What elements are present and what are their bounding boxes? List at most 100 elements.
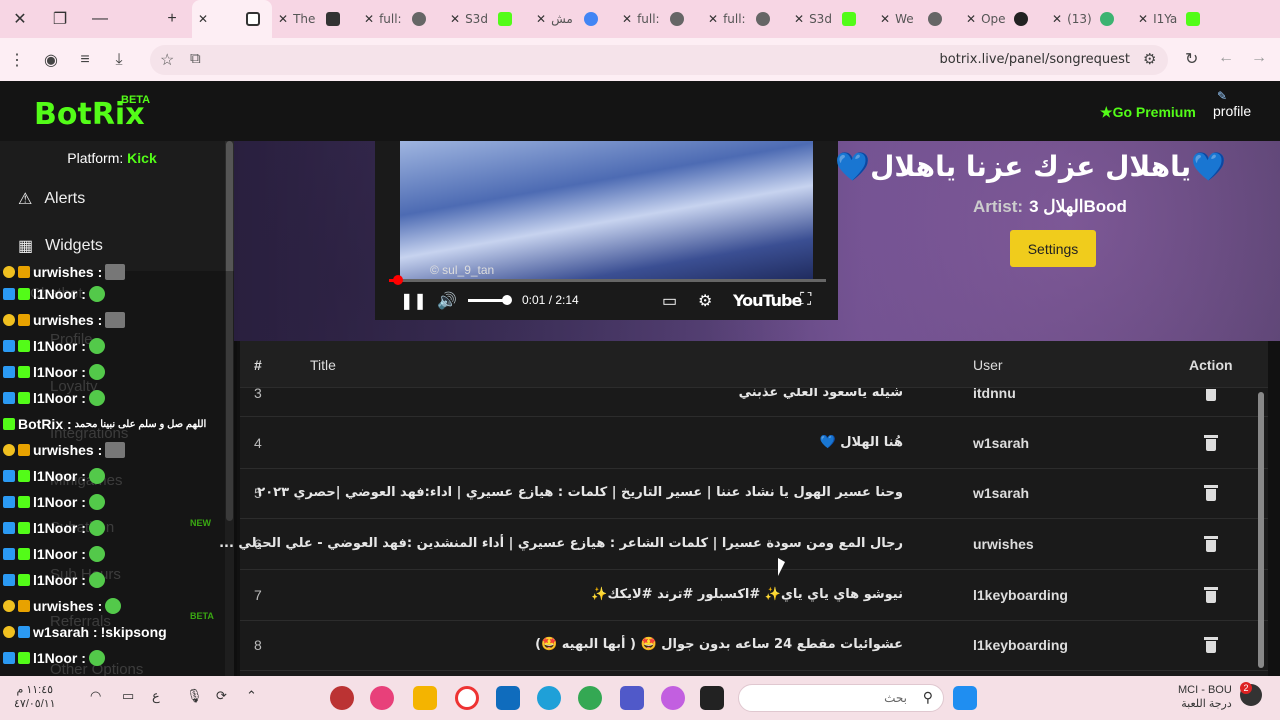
minimize-window-icon[interactable]: — [80,0,120,38]
tab-7[interactable]: ✕ S3d [788,0,874,38]
new-tab-icon[interactable]: + [152,0,192,38]
menu-icon[interactable]: ⋮ [0,38,34,81]
copilot-icon[interactable] [661,686,685,710]
close-tab-icon[interactable]: ✕ [364,12,374,26]
terminal-icon[interactable] [700,686,724,710]
video-player[interactable]: © sul_9_tan ❚❚ 🔊 0:01 / 2:14 ▭ ⚙ YouTube… [375,141,838,320]
star-icon[interactable]: ☆ [160,50,174,70]
close-tab-icon[interactable]: ✕ [880,12,890,26]
tab-8[interactable]: ✕ We [874,0,960,38]
warning-icon: ⚠ [18,191,33,208]
reload-icon[interactable]: ↻ [1185,49,1198,69]
chrome-icon[interactable] [578,686,602,710]
restore-window-icon[interactable]: ❐ [40,0,80,38]
tab-label: We [895,12,914,26]
tab-favicon [1014,12,1029,26]
tab-label: I1Ya [1153,12,1178,26]
close-tab-icon[interactable]: ✕ [198,12,208,26]
taskbar-clock[interactable]: ١١:٤٥ م ٤٧/٠٥/١١ [14,683,56,711]
close-tab-icon[interactable]: ✕ [1052,12,1062,26]
close-tab-icon[interactable]: ✕ [278,12,288,26]
pause-icon[interactable]: ❚❚ [400,291,427,311]
table-row: 5 وحنا عسير الهول يا نشاد عننا | عسير ال… [240,468,1268,519]
tab-10[interactable]: ✕ (13) [1046,0,1132,38]
tab-2[interactable]: ✕ full: [358,0,444,38]
teams-icon[interactable] [620,686,644,710]
emote-icon [88,546,105,562]
progress-knob[interactable] [392,275,403,285]
emote-icon [88,338,105,354]
profile-link[interactable]: ✎ profile [1213,89,1251,119]
trash-icon[interactable] [1204,435,1218,451]
playlist-icon[interactable]: ≡ [68,38,102,81]
gear-icon[interactable]: ⚙ [698,291,712,311]
download-icon[interactable]: ⤓ [102,38,136,81]
tab-active[interactable]: ✕ [192,0,272,38]
trash-icon[interactable] [1204,388,1218,401]
emote-icon [88,468,105,484]
outlook-icon[interactable] [496,686,520,710]
volume-icon[interactable]: 🔊 [437,291,457,311]
captions-icon[interactable]: ▭ [662,291,677,311]
tab-6[interactable]: ✕ full: [702,0,788,38]
trash-icon[interactable] [1204,485,1218,501]
search-icon: ⚲ [922,689,933,705]
video-progress-bar[interactable] [389,275,826,285]
site-settings-icon[interactable]: ⚙ [1143,50,1156,68]
sidebar-item-alerts[interactable]: ⚠ Alerts [18,189,85,209]
opera-icon[interactable] [455,686,479,710]
tab-11[interactable]: ✕ I1Ya [1132,0,1218,38]
trash-icon[interactable] [1204,587,1218,603]
fullscreen-icon[interactable]: ⛶ [800,291,811,309]
battery-icon[interactable]: ▭ [122,688,134,704]
tab-4[interactable]: ✕ مش [530,0,616,38]
trash-icon[interactable] [1204,637,1218,653]
chevron-up-icon[interactable]: ⌃ [246,688,257,704]
weather-widget[interactable]: MCI - BOU درجة اللعبة [1178,683,1232,711]
close-tab-icon[interactable]: ✕ [794,12,804,26]
wifi-icon[interactable]: ◠ [90,688,101,704]
volume-knob[interactable] [502,295,512,305]
windows-start-icon[interactable] [953,686,977,710]
folder-icon[interactable] [413,686,437,710]
tab-9[interactable]: ✕ Ope [960,0,1046,38]
translate-icon[interactable]: ⧉ [190,50,201,67]
tab-favicon [326,12,341,26]
clock-time: ١١:٤٥ م [16,684,54,696]
tab-1[interactable]: ✕ The [272,0,358,38]
tab-favicon [1100,12,1115,26]
youtube-logo[interactable]: YouTube [733,291,802,310]
table-scrollbar[interactable] [1256,388,1266,676]
chat-user: l1Noor : [33,650,86,666]
tab-5[interactable]: ✕ full: [616,0,702,38]
close-window-icon[interactable]: ✕ [0,0,40,38]
microphone-icon[interactable]: 🎙 [186,688,203,704]
scrollbar-thumb[interactable] [1258,392,1264,668]
chat-line: l1Noor : [3,491,105,513]
search-placeholder: بحث [884,691,907,705]
back-icon[interactable]: ← [1218,49,1234,67]
go-premium-link[interactable]: ★Go Premium [1100,104,1196,121]
forward-icon[interactable]: → [1251,49,1267,67]
volume-slider[interactable] [468,295,512,305]
close-tab-icon[interactable]: ✕ [622,12,632,26]
settings-button[interactable]: Settings [1010,230,1096,267]
close-tab-icon[interactable]: ✕ [450,12,460,26]
app-icon[interactable] [330,686,354,710]
close-tab-icon[interactable]: ✕ [1138,12,1148,26]
sync-icon[interactable]: ⟳ [216,688,227,704]
taskbar-search[interactable]: بحث ⚲ [738,684,944,712]
chat-user: l1Noor : [33,286,86,302]
close-tab-icon[interactable]: ✕ [708,12,718,26]
account-icon[interactable]: ◉ [34,38,68,81]
close-tab-icon[interactable]: ✕ [966,12,976,26]
sidebar-item-widgets[interactable]: ▦ Widgets [18,236,103,256]
trash-icon[interactable] [1204,536,1218,552]
chrome-pink-icon[interactable] [370,686,394,710]
close-tab-icon[interactable]: ✕ [536,12,546,26]
tab-3[interactable]: ✕ S3d [444,0,530,38]
emote-icon [88,494,105,510]
video-frame[interactable] [400,141,813,281]
edge-icon[interactable] [537,686,561,710]
language-indicator[interactable]: ع [152,688,160,704]
